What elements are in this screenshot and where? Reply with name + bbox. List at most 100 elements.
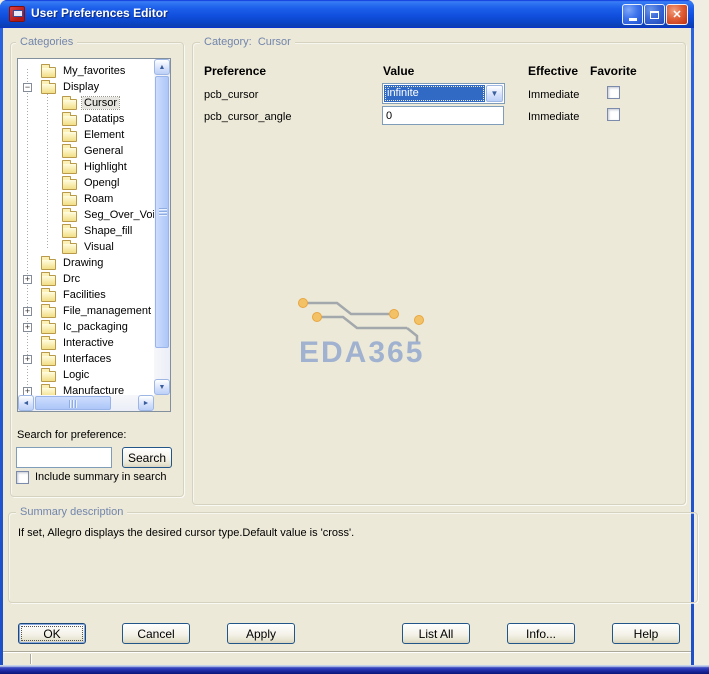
folder-icon — [62, 159, 77, 174]
tree-item-label: Interfaces — [63, 353, 112, 365]
tree-item-facilities[interactable]: Facilities — [18, 287, 154, 303]
tree-horizontal-scrollbar[interactable]: ◄ ► — [18, 395, 154, 411]
tree-item-my-favorites[interactable]: My_favorites — [18, 63, 154, 79]
tree-item-label: Cursor — [80, 96, 121, 110]
search-input[interactable] — [16, 447, 112, 468]
folder-icon — [62, 223, 77, 238]
tree-item-interfaces[interactable]: + Interfaces — [18, 351, 154, 367]
preference-name: pcb_cursor — [204, 89, 259, 101]
status-bar — [3, 651, 691, 653]
favorite-checkbox-pcb-cursor[interactable] — [607, 86, 620, 99]
close-button[interactable]: ✕ — [666, 4, 688, 25]
tree-item-label: Visual — [84, 241, 114, 253]
search-button[interactable]: Search — [122, 447, 172, 468]
window-bottom-border — [0, 665, 709, 674]
folder-icon — [62, 111, 77, 126]
column-header-preference: Preference — [204, 64, 267, 78]
folder-icon — [62, 239, 77, 254]
tree-item-visual[interactable]: Visual — [18, 239, 154, 255]
tree-item-label: Ic_packaging — [63, 321, 128, 333]
collapse-icon[interactable]: − — [23, 82, 32, 92]
tree-item-element[interactable]: Element — [18, 127, 154, 143]
tree-content: My_favorites − Display Cursor Datatips E… — [18, 59, 154, 396]
summary-description-text: If set, Allegro displays the desired cur… — [18, 527, 355, 539]
tree-item-shape-fill[interactable]: Shape_fill — [18, 223, 154, 239]
category-tree[interactable]: My_favorites − Display Cursor Datatips E… — [17, 58, 171, 412]
effective-value: Immediate — [528, 89, 580, 101]
cancel-button[interactable]: Cancel — [122, 623, 190, 644]
eda365-watermark: EDA365 — [298, 298, 424, 369]
tree-item-label: Roam — [84, 193, 114, 205]
expand-icon[interactable]: + — [23, 306, 32, 316]
folder-icon — [41, 303, 56, 318]
tree-vertical-scrollbar[interactable]: ▲ ▼ — [154, 59, 170, 395]
include-summary-checkbox[interactable] — [16, 471, 29, 484]
folder-icon — [62, 175, 77, 190]
tree-item-label: Seg_Over_Voi — [84, 209, 154, 221]
minimize-button[interactable] — [622, 4, 643, 25]
help-button[interactable]: Help — [612, 623, 680, 644]
folder-icon — [62, 127, 77, 142]
tree-item-cursor[interactable]: Cursor — [18, 95, 154, 111]
folder-icon — [41, 287, 56, 302]
expand-icon[interactable]: + — [23, 354, 32, 364]
tree-item-datatips[interactable]: Datatips — [18, 111, 154, 127]
tree-item-label: Shape_fill — [84, 225, 133, 237]
categories-group-label: Categories — [16, 36, 78, 48]
screen: { "window": { "title": "User Preferences… — [0, 0, 709, 674]
scroll-right-icon[interactable]: ► — [138, 395, 154, 411]
tree-item-label: Display — [63, 81, 100, 93]
tree-item-display[interactable]: − Display — [18, 79, 154, 95]
maximize-button[interactable] — [644, 4, 665, 25]
folder-icon — [41, 351, 56, 366]
effective-value: Immediate — [528, 111, 580, 123]
horizontal-scroll-thumb[interactable] — [35, 396, 111, 410]
tree-item-label: Datatips — [84, 113, 125, 125]
title-bar[interactable]: User Preferences Editor ✕ — [0, 0, 694, 28]
folder-icon — [62, 95, 77, 110]
tree-item-highlight[interactable]: Highlight — [18, 159, 154, 175]
circuit-pad-icon — [298, 298, 308, 308]
folder-icon — [41, 271, 56, 286]
folder-icon — [41, 319, 56, 334]
tree-item-opengl[interactable]: Opengl — [18, 175, 154, 191]
pcb-cursor-angle-input[interactable] — [382, 106, 504, 125]
tree-item-seg-over-voi[interactable]: Seg_Over_Voi — [18, 207, 154, 223]
circuit-pad-icon — [389, 309, 399, 319]
chevron-down-icon[interactable]: ▼ — [486, 85, 503, 102]
column-header-favorite: Favorite — [590, 64, 637, 78]
apply-button[interactable]: Apply — [227, 623, 295, 644]
tree-item-drc[interactable]: + Drc — [18, 271, 154, 287]
scroll-left-icon[interactable]: ◄ — [18, 395, 34, 411]
category-group-label: Category: Cursor — [200, 36, 295, 48]
list-all-button[interactable]: List All — [402, 623, 470, 644]
ok-button[interactable]: OK — [18, 623, 86, 644]
status-bar-separator — [30, 654, 32, 664]
category-label: Category: — [204, 36, 252, 48]
tree-item-roam[interactable]: Roam — [18, 191, 154, 207]
folder-icon — [41, 367, 56, 382]
tree-item-interactive[interactable]: Interactive — [18, 335, 154, 351]
tree-item-label: Opengl — [84, 177, 120, 189]
tree-item-logic[interactable]: Logic — [18, 367, 154, 383]
expand-icon[interactable]: + — [23, 322, 32, 332]
search-label: Search for preference: — [17, 429, 127, 441]
tree-item-ic-packaging[interactable]: + Ic_packaging — [18, 319, 154, 335]
favorite-checkbox-pcb-cursor-angle[interactable] — [607, 108, 620, 121]
close-icon: ✕ — [672, 9, 682, 21]
tree-item-file-management[interactable]: + File_management — [18, 303, 154, 319]
tree-item-drawing[interactable]: Drawing — [18, 255, 154, 271]
vertical-scroll-thumb[interactable] — [155, 76, 169, 348]
scroll-up-icon[interactable]: ▲ — [154, 59, 170, 75]
tree-item-general[interactable]: General — [18, 143, 154, 159]
expand-icon[interactable]: + — [23, 274, 32, 284]
tree-item-label: Element — [84, 129, 125, 141]
folder-icon — [41, 335, 56, 350]
tree-item-label: Drawing — [63, 257, 104, 269]
pcb-cursor-dropdown[interactable]: infinite ▼ — [382, 83, 505, 104]
tree-item-label: File_management — [63, 305, 152, 317]
info-button[interactable]: Info... — [507, 623, 575, 644]
circuit-pad-icon — [312, 312, 322, 322]
tree-item-label: Interactive — [63, 337, 114, 349]
scroll-down-icon[interactable]: ▼ — [154, 379, 170, 395]
